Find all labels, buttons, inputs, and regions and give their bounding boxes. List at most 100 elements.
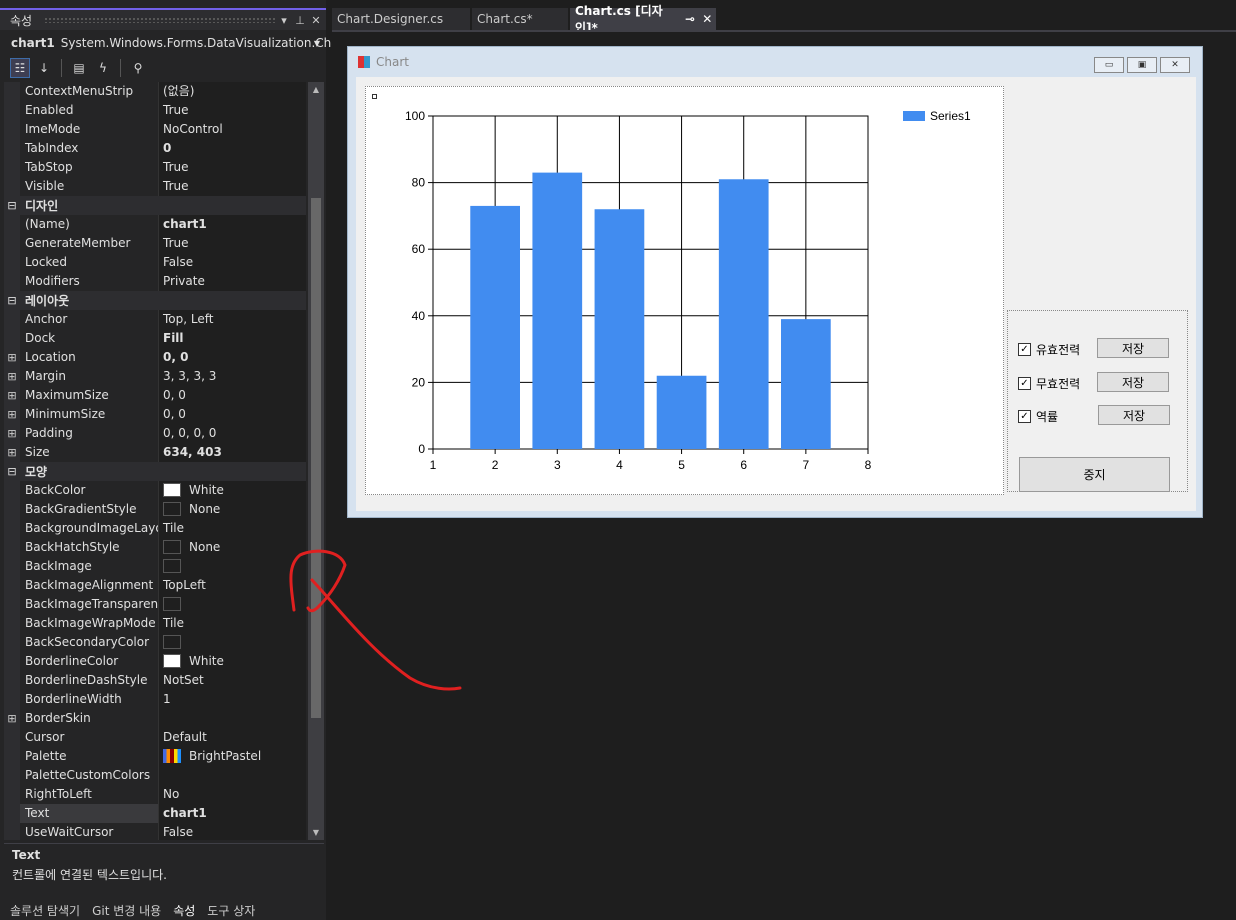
property-row[interactable]: Anchor Top, Left (4, 309, 306, 329)
checkbox-active-power[interactable]: ✓ 유효전력 (1018, 341, 1080, 358)
minimize-button[interactable]: ▭ (1094, 57, 1124, 73)
expand-icon[interactable]: ⊞ (4, 423, 20, 443)
property-value[interactable]: chart1 (159, 214, 306, 234)
property-row[interactable]: BackColor White (4, 480, 306, 500)
bottom-tab[interactable]: 솔루션 탐색기 (4, 902, 86, 920)
property-row[interactable]: BackImageWrapMode Tile (4, 613, 306, 633)
close-icon[interactable]: ✕ (308, 14, 324, 27)
collapse-icon[interactable]: ⊟ (4, 199, 20, 212)
property-value[interactable]: 0, 0 (159, 404, 306, 424)
close-icon[interactable]: ✕ (699, 12, 716, 26)
property-row[interactable]: Visible True (4, 176, 306, 196)
property-value[interactable]: 0, 0 (159, 347, 306, 367)
property-value[interactable]: Fill (159, 328, 306, 348)
property-row[interactable]: UseWaitCursor False (4, 822, 306, 840)
property-row[interactable]: BorderlineDashStyle NotSet (4, 670, 306, 690)
property-row[interactable]: ImeMode NoControl (4, 119, 306, 139)
property-row[interactable]: ContextMenuStrip (없음) (4, 82, 306, 101)
property-value[interactable]: 634, 403 (159, 442, 306, 462)
property-value[interactable]: NoControl (159, 119, 306, 139)
alphabetical-icon[interactable]: ↓ (34, 58, 54, 78)
bottom-tab[interactable]: 도구 상자 (201, 902, 261, 920)
property-value[interactable]: Top, Left (159, 309, 306, 329)
property-value[interactable]: No (159, 784, 306, 804)
property-row[interactable]: Dock Fill (4, 328, 306, 348)
close-button[interactable]: ✕ (1160, 57, 1190, 73)
property-row[interactable]: BorderlineWidth 1 (4, 689, 306, 709)
document-tab[interactable]: Chart.cs [디자인]* ⊸ ✕ (570, 4, 716, 35)
property-row[interactable]: RightToLeft No (4, 784, 306, 804)
property-value[interactable]: False (159, 822, 306, 840)
property-row[interactable]: BackImageAlignment TopLeft (4, 575, 306, 595)
property-row[interactable]: BackgroundImageLayout Tile (4, 518, 306, 538)
chart-control[interactable]: 0 20 40 60 80 100 1 2 3 4 5 6 7 8 Series1 (365, 86, 1004, 495)
property-value[interactable]: BrightPastel (159, 746, 306, 766)
property-row[interactable]: PaletteCustomColors (4, 765, 306, 785)
property-row[interactable]: TabIndex 0 (4, 138, 306, 158)
property-row[interactable]: ⊞ MaximumSize 0, 0 (4, 385, 306, 405)
property-row[interactable]: BackImageTransparentCc (4, 594, 306, 614)
expand-icon[interactable]: ⊞ (4, 385, 20, 405)
object-selector[interactable]: chart1 System.Windows.Forms.DataVisualiz… (4, 33, 348, 53)
property-row[interactable]: BorderlineColor White (4, 651, 306, 671)
property-value[interactable]: True (159, 157, 306, 177)
category-header[interactable]: ⊟ 모양 (4, 462, 306, 481)
maximize-button[interactable]: ▣ (1127, 57, 1157, 73)
document-tab[interactable]: Chart.Designer.cs (332, 8, 470, 30)
collapse-icon[interactable]: ⊟ (4, 294, 20, 307)
property-value[interactable]: True (159, 233, 306, 253)
save-button-power-factor[interactable]: 저장 (1098, 405, 1170, 425)
stop-button[interactable]: 중지 (1019, 457, 1170, 492)
property-row[interactable]: ⊞ BorderSkin (4, 708, 306, 728)
property-row[interactable]: ⊞ Padding 0, 0, 0, 0 (4, 423, 306, 443)
checkbox-reactive-power[interactable]: ✓ 무효전력 (1018, 375, 1080, 392)
scroll-down-icon[interactable]: ▼ (308, 828, 324, 837)
property-row[interactable]: GenerateMember True (4, 233, 306, 253)
selection-handle[interactable] (372, 94, 377, 99)
bottom-tab[interactable]: 속성 (167, 902, 202, 920)
property-pages-icon[interactable]: ⚲ (128, 58, 148, 78)
expand-icon[interactable]: ⊞ (4, 404, 20, 424)
property-value[interactable]: 0, 0, 0, 0 (159, 423, 306, 443)
property-value[interactable]: None (159, 499, 306, 519)
property-value[interactable]: True (159, 176, 306, 196)
property-grid-scrollbar[interactable]: ▲ ▼ (308, 82, 324, 840)
properties-icon[interactable]: ▤ (69, 58, 89, 78)
property-row[interactable]: Cursor Default (4, 727, 306, 747)
property-value[interactable]: White (159, 480, 306, 500)
form-window[interactable]: Chart ▭ ▣ ✕ 0 20 40 60 80 100 1 2 3 4 5 6 7 8 Series1 … (347, 46, 1203, 518)
property-row[interactable]: Text chart1 (4, 803, 306, 823)
property-row[interactable]: Locked False (4, 252, 306, 272)
expand-icon[interactable]: ⊞ (4, 442, 20, 462)
property-value[interactable]: 0, 0 (159, 385, 306, 405)
property-value[interactable]: False (159, 252, 306, 272)
property-row[interactable]: ⊞ Margin 3, 3, 3, 3 (4, 366, 306, 386)
property-row[interactable]: BackHatchStyle None (4, 537, 306, 557)
collapse-icon[interactable]: ⊟ (4, 465, 20, 478)
property-row[interactable]: Palette BrightPastel (4, 746, 306, 766)
property-row[interactable]: ⊞ MinimumSize 0, 0 (4, 404, 306, 424)
property-value[interactable]: Private (159, 271, 306, 291)
property-value[interactable]: Default (159, 727, 306, 747)
expand-icon[interactable]: ⊞ (4, 347, 20, 367)
events-icon[interactable]: ϟ (93, 58, 113, 78)
property-row[interactable]: Enabled True (4, 100, 306, 120)
dropdown-icon[interactable]: ▾ (276, 14, 292, 27)
checkbox-power-factor[interactable]: ✓ 역률 (1018, 408, 1058, 425)
bottom-tab[interactable]: Git 변경 내용 (86, 902, 167, 920)
categorized-icon[interactable]: ☷ (10, 58, 30, 78)
expand-icon[interactable]: ⊞ (4, 708, 20, 728)
document-tab[interactable]: Chart.cs* (472, 8, 568, 30)
property-value[interactable] (159, 765, 306, 785)
property-row[interactable]: BackSecondaryColor (4, 632, 306, 652)
property-row[interactable]: ⊞ Size 634, 403 (4, 442, 306, 462)
property-row[interactable]: Modifiers Private (4, 271, 306, 291)
property-value[interactable]: chart1 (159, 803, 306, 823)
check-icon[interactable]: ✓ (1018, 377, 1031, 390)
pin-icon[interactable]: ⊥ (292, 14, 308, 27)
check-icon[interactable]: ✓ (1018, 343, 1031, 356)
property-row[interactable]: TabStop True (4, 157, 306, 177)
property-row[interactable]: (Name) chart1 (4, 214, 306, 234)
scroll-up-icon[interactable]: ▲ (308, 85, 324, 94)
save-button-reactive-power[interactable]: 저장 (1097, 372, 1169, 392)
